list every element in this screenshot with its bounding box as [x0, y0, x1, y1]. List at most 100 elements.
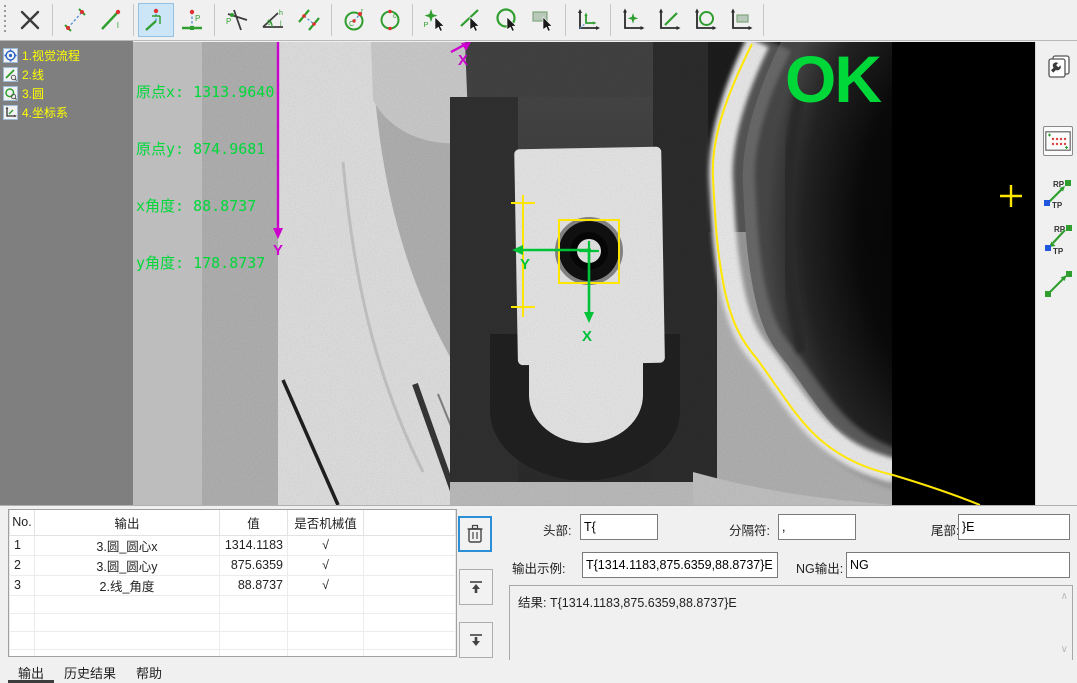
tree-item-label: 1.视觉流程 — [22, 47, 80, 64]
line-line-distance-tool-button[interactable] — [291, 3, 327, 37]
table-row[interactable]: 3 2.线_角度 88.8737 √ — [10, 575, 456, 595]
tree-item-line[interactable]: 2.线 — [3, 65, 133, 84]
toolbar-grip[interactable] — [3, 5, 8, 35]
example-label: 输出示例: — [512, 558, 565, 577]
tail-input[interactable] — [958, 514, 1070, 540]
pick-line-button[interactable] — [453, 3, 489, 37]
col-value: 值 — [220, 510, 288, 535]
point-line-icon: P — [224, 7, 250, 33]
tool-settings-button[interactable] — [1043, 52, 1073, 82]
circle-tool-icon — [3, 86, 18, 101]
tree-item-vision-flow[interactable]: 1.视觉流程 — [3, 46, 133, 65]
line-tool-icon — [3, 67, 18, 82]
rp-tp-calibrate-button-1[interactable]: RP TP — [1043, 178, 1073, 208]
tab-help[interactable]: 帮助 — [126, 660, 172, 683]
wrench-document-icon — [1044, 53, 1072, 81]
bottom-tabbar: 输出 历史结果 帮助 — [0, 660, 1077, 683]
coordinate-line-button[interactable] — [651, 3, 687, 37]
angle-tool-button[interactable]: h l θ — [255, 3, 291, 37]
line-distance-icon — [62, 7, 88, 33]
point-perpendicular-tool-button[interactable]: P — [174, 3, 210, 37]
move-down-button[interactable] — [459, 622, 493, 658]
coordinate-icon — [3, 105, 18, 120]
vector-calibrate-button[interactable] — [1043, 268, 1073, 298]
coordinate-rect-button[interactable] — [723, 3, 759, 37]
line-distance-tool-button[interactable] — [57, 3, 93, 37]
svg-text:h: h — [279, 10, 283, 17]
table-row[interactable]: 2 3.圆_圆心y 875.6359 √ — [10, 555, 456, 575]
pick-point-button[interactable]: P — [417, 3, 453, 37]
scroll-up-icon[interactable]: ∧ — [1061, 592, 1068, 602]
svg-text:P: P — [424, 20, 429, 29]
svg-text:θ: θ — [267, 20, 271, 27]
overlay-line: y角度: 178.8737 — [136, 254, 274, 273]
delete-x-icon — [17, 7, 43, 33]
svg-text:c: c — [393, 13, 397, 20]
line-tool-button[interactable]: l — [93, 3, 129, 37]
delete-output-button[interactable] — [458, 516, 492, 552]
ng-output-label: NG输出: — [796, 558, 843, 577]
col-ismech: 是否机械值 — [288, 510, 364, 535]
coordinate-frame-icon — [575, 7, 601, 33]
scroll-down-icon[interactable]: ∨ — [1061, 645, 1068, 655]
calibration-board-button[interactable] — [1043, 126, 1073, 156]
svg-text:TP: TP — [1052, 201, 1063, 209]
pick-line-icon — [458, 7, 484, 33]
line-line-distance-icon — [296, 7, 322, 33]
output-table: No. 输出 值 是否机械值 1 3.圆_圆心x 1314.1183 √ — [8, 509, 457, 657]
coordinate-point-icon — [620, 7, 646, 33]
header-input[interactable] — [580, 514, 658, 540]
tree-item-coordinate[interactable]: 4.坐标系 — [3, 103, 133, 122]
table-row[interactable]: 1 3.圆_圆心x 1314.1183 √ — [10, 535, 456, 555]
svg-text:P: P — [195, 14, 200, 23]
table-row-empty[interactable] — [10, 649, 456, 657]
vision-flow-icon — [3, 48, 18, 63]
circle-radius-tool-button[interactable]: r C — [336, 3, 372, 37]
svg-text:l: l — [117, 21, 119, 30]
pick-rect-icon — [530, 7, 556, 33]
tree-item-label: 2.线 — [22, 66, 44, 83]
coordinate-circle-icon — [692, 7, 718, 33]
coordinate-frame-button[interactable] — [570, 3, 606, 37]
delete-tool-button[interactable] — [12, 3, 48, 37]
coordinate-circle-button[interactable] — [687, 3, 723, 37]
move-top-icon — [468, 579, 484, 595]
separator-input[interactable] — [778, 514, 856, 540]
table-row-empty[interactable] — [10, 631, 456, 649]
circle-icon: c — [377, 7, 403, 33]
bend-point-tool-button[interactable] — [138, 3, 174, 37]
move-up-button[interactable] — [459, 569, 493, 605]
col-output: 输出 — [35, 510, 220, 535]
table-header-row: No. 输出 值 是否机械值 — [10, 510, 456, 535]
status-badge: OK — [785, 42, 880, 124]
svg-text:TP: TP — [1053, 247, 1064, 255]
pick-circle-button[interactable] — [489, 3, 525, 37]
tree-item-circle[interactable]: 3.圆 — [3, 84, 133, 103]
header-label: 头部: — [543, 520, 571, 539]
measure-toolbar: l P P — [0, 0, 1077, 41]
vision-app-window: l P P — [0, 0, 1077, 683]
svg-text:X: X — [582, 328, 592, 345]
check-mark: √ — [288, 555, 364, 575]
separator-label: 分隔符: — [729, 520, 770, 539]
green-vector-icon — [1043, 268, 1073, 298]
svg-text:Y: Y — [520, 256, 530, 273]
move-bottom-icon — [468, 632, 484, 648]
circle-tool-button[interactable]: c — [372, 3, 408, 37]
table-row-empty[interactable] — [10, 595, 456, 613]
example-input[interactable] — [582, 552, 778, 578]
tab-output[interactable]: 输出 — [8, 660, 54, 683]
pick-rect-button[interactable] — [525, 3, 561, 37]
tab-history[interactable]: 历史结果 — [54, 660, 126, 683]
ng-output-input[interactable] — [846, 552, 1070, 578]
table-row-empty[interactable] — [10, 613, 456, 631]
tail-label: 尾部: — [931, 520, 959, 539]
overlay-line: x角度: 88.8737 — [136, 197, 274, 216]
col-no: No. — [10, 510, 35, 535]
camera-viewport[interactable]: 3 — [133, 42, 1035, 505]
point-line-tool-button[interactable]: P — [219, 3, 255, 37]
svg-text:X: X — [458, 52, 468, 69]
svg-text:C: C — [349, 21, 354, 28]
rp-tp-calibrate-button-2[interactable]: RP TP — [1043, 224, 1073, 254]
coordinate-point-button[interactable] — [615, 3, 651, 37]
